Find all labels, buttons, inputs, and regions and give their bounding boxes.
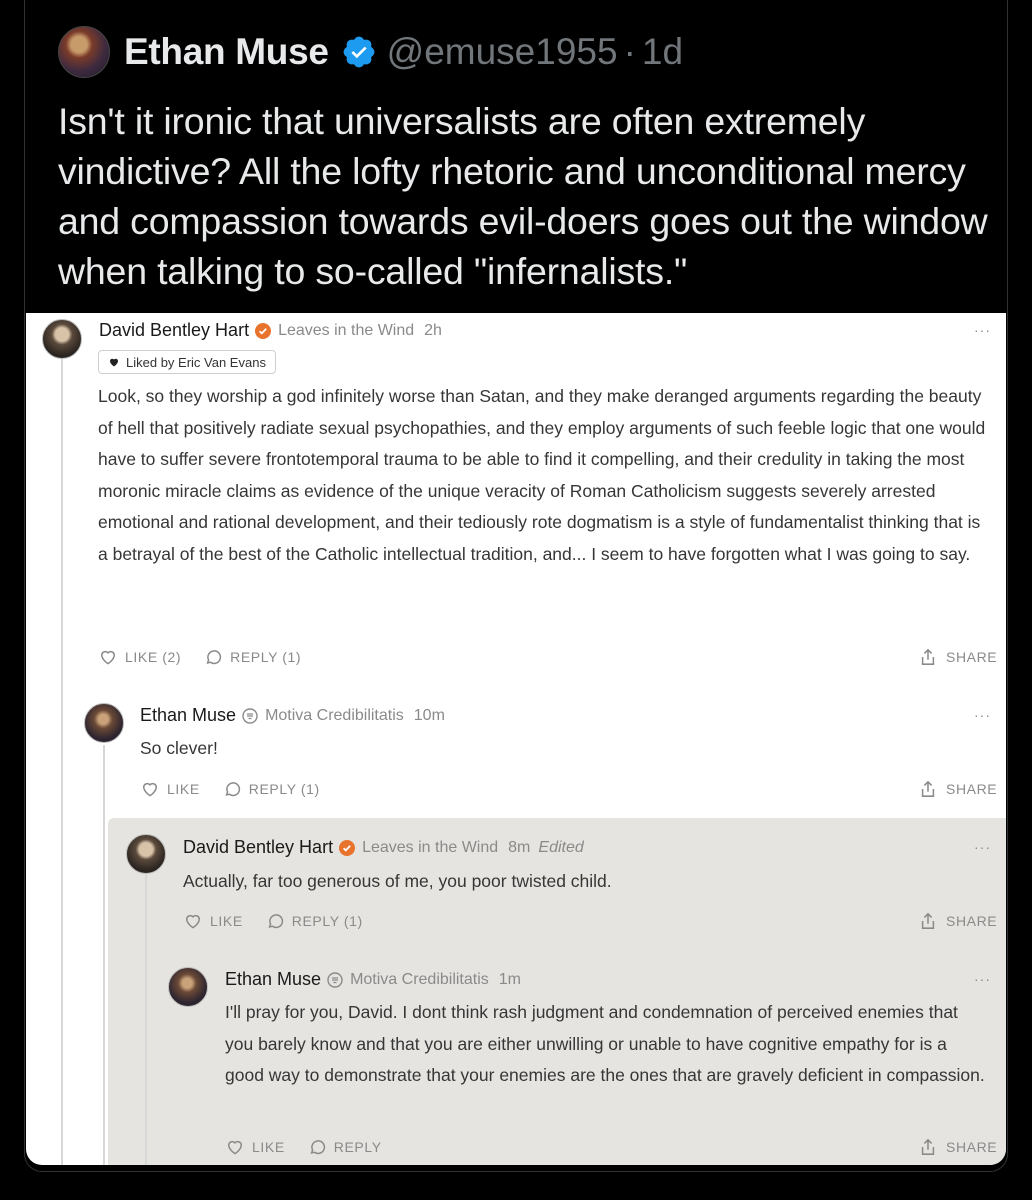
comment-timestamp[interactable]: 8m — [508, 839, 530, 857]
share-icon — [921, 780, 935, 797]
reply-button[interactable]: REPLY — [307, 1137, 382, 1157]
more-icon[interactable]: ··· — [974, 707, 991, 723]
tweet-text: Isn't it ironic that universalists are o… — [58, 100, 988, 292]
thread-line — [145, 875, 147, 1165]
comment-header: David Bentley Hart Leaves in the Wind 8m… — [183, 837, 584, 858]
comment-publication[interactable]: Leaves in the Wind — [278, 322, 414, 340]
comment-actions: LIKE REPLY — [225, 1137, 404, 1157]
like-button[interactable]: LIKE — [140, 779, 200, 799]
heart-icon — [227, 1140, 243, 1155]
tweet: Ethan Muse @emuse1955 · 1d Isn't it iron… — [0, 0, 1032, 1200]
embedded-screenshot: David Bentley Hart Leaves in the Wind 2h… — [26, 313, 1006, 1165]
reply-label: REPLY — [333, 1139, 382, 1155]
reply-button[interactable]: REPLY (1) — [222, 779, 320, 799]
like-button[interactable]: LIKE — [183, 911, 243, 931]
share-label: SHARE — [946, 1139, 998, 1155]
share-label: SHARE — [946, 649, 998, 665]
liked-by-badge: Liked by Eric Van Evans — [98, 350, 276, 374]
edited-label: Edited — [538, 838, 584, 856]
tweet-timestamp[interactable]: 1d — [642, 31, 683, 73]
liked-by-text: Liked by Eric Van Evans — [126, 354, 266, 370]
heart-icon — [110, 358, 118, 367]
like-label: LIKE — [252, 1139, 285, 1155]
like-label: LIKE (2) — [125, 649, 182, 665]
more-icon[interactable]: ··· — [974, 322, 991, 338]
comment-author[interactable]: Ethan Muse — [140, 705, 236, 726]
comment-actions: LIKE REPLY (1) — [140, 779, 342, 799]
avatar[interactable] — [42, 319, 82, 359]
author-avatar[interactable] — [58, 26, 110, 78]
comment-author[interactable]: Ethan Muse — [225, 969, 321, 990]
reply-button[interactable]: REPLY (1) — [265, 911, 363, 931]
reply-label: REPLY (1) — [230, 649, 302, 665]
share-label: SHARE — [946, 781, 998, 797]
speech-bubble-icon — [225, 782, 240, 797]
thread-line — [103, 745, 105, 1165]
avatar[interactable] — [84, 703, 124, 743]
comment-publication[interactable]: Motiva Credibilitatis — [265, 707, 404, 725]
comment-publication[interactable]: Motiva Credibilitatis — [350, 971, 489, 989]
share-button[interactable]: SHARE — [919, 1137, 997, 1157]
heart-icon — [100, 650, 116, 665]
like-label: LIKE — [210, 913, 243, 929]
speech-bubble-icon — [268, 914, 283, 929]
reply-label: REPLY (1) — [291, 913, 363, 929]
verified-badge-icon — [343, 36, 375, 68]
comment-timestamp[interactable]: 10m — [414, 707, 445, 725]
reply-button[interactable]: REPLY (1) — [203, 647, 301, 667]
comment-header: David Bentley Hart Leaves in the Wind 2h — [99, 320, 442, 341]
thread-line — [61, 357, 63, 1165]
comment-header: Ethan Muse Motiva Credibilitatis 10m — [140, 705, 445, 726]
heart-icon — [142, 782, 158, 797]
comment-body: I'll pray for you, David. I dont think r… — [225, 1002, 985, 1085]
like-button[interactable]: LIKE (2) — [98, 647, 181, 667]
avatar[interactable] — [126, 834, 166, 874]
verified-badge-icon — [255, 322, 272, 339]
publication-badge-icon — [327, 971, 343, 988]
comment-body: Look, so they worship a god infinitely w… — [98, 386, 986, 564]
share-button[interactable]: SHARE — [919, 647, 997, 667]
share-button[interactable]: SHARE — [919, 911, 997, 931]
author-name[interactable]: Ethan Muse — [124, 31, 329, 73]
share-icon — [921, 648, 935, 665]
separator: · — [623, 31, 636, 72]
avatar[interactable] — [168, 967, 208, 1007]
heart-icon — [185, 914, 201, 929]
like-button[interactable]: LIKE — [225, 1137, 285, 1157]
share-button[interactable]: SHARE — [919, 779, 997, 799]
verified-badge-icon — [339, 839, 356, 856]
comment-timestamp[interactable]: 2h — [424, 322, 442, 340]
more-icon[interactable]: ··· — [974, 839, 991, 855]
tweet-header: Ethan Muse @emuse1955 · 1d — [58, 22, 683, 82]
comment-header: Ethan Muse Motiva Credibilitatis 1m — [225, 969, 521, 990]
author-handle[interactable]: @emuse1955 — [387, 31, 618, 73]
speech-bubble-icon — [310, 1140, 325, 1155]
comment-timestamp[interactable]: 1m — [499, 971, 521, 989]
publication-badge-icon — [242, 707, 258, 724]
reply-label: REPLY (1) — [248, 781, 320, 797]
like-label: LIKE — [167, 781, 200, 797]
more-icon[interactable]: ··· — [974, 971, 991, 987]
comment-author[interactable]: David Bentley Hart — [183, 837, 333, 858]
share-label: SHARE — [946, 913, 998, 929]
share-icon — [921, 1138, 935, 1155]
comment-publication[interactable]: Leaves in the Wind — [362, 839, 498, 857]
comment-body: Actually, far too generous of me, you po… — [183, 871, 612, 891]
comment-body: So clever! — [140, 738, 218, 758]
comment-actions: LIKE REPLY (1) — [183, 911, 385, 931]
comment-actions: LIKE (2) REPLY (1) — [98, 647, 323, 667]
share-icon — [921, 912, 935, 929]
comment-author[interactable]: David Bentley Hart — [99, 320, 249, 341]
speech-bubble-icon — [206, 650, 222, 665]
